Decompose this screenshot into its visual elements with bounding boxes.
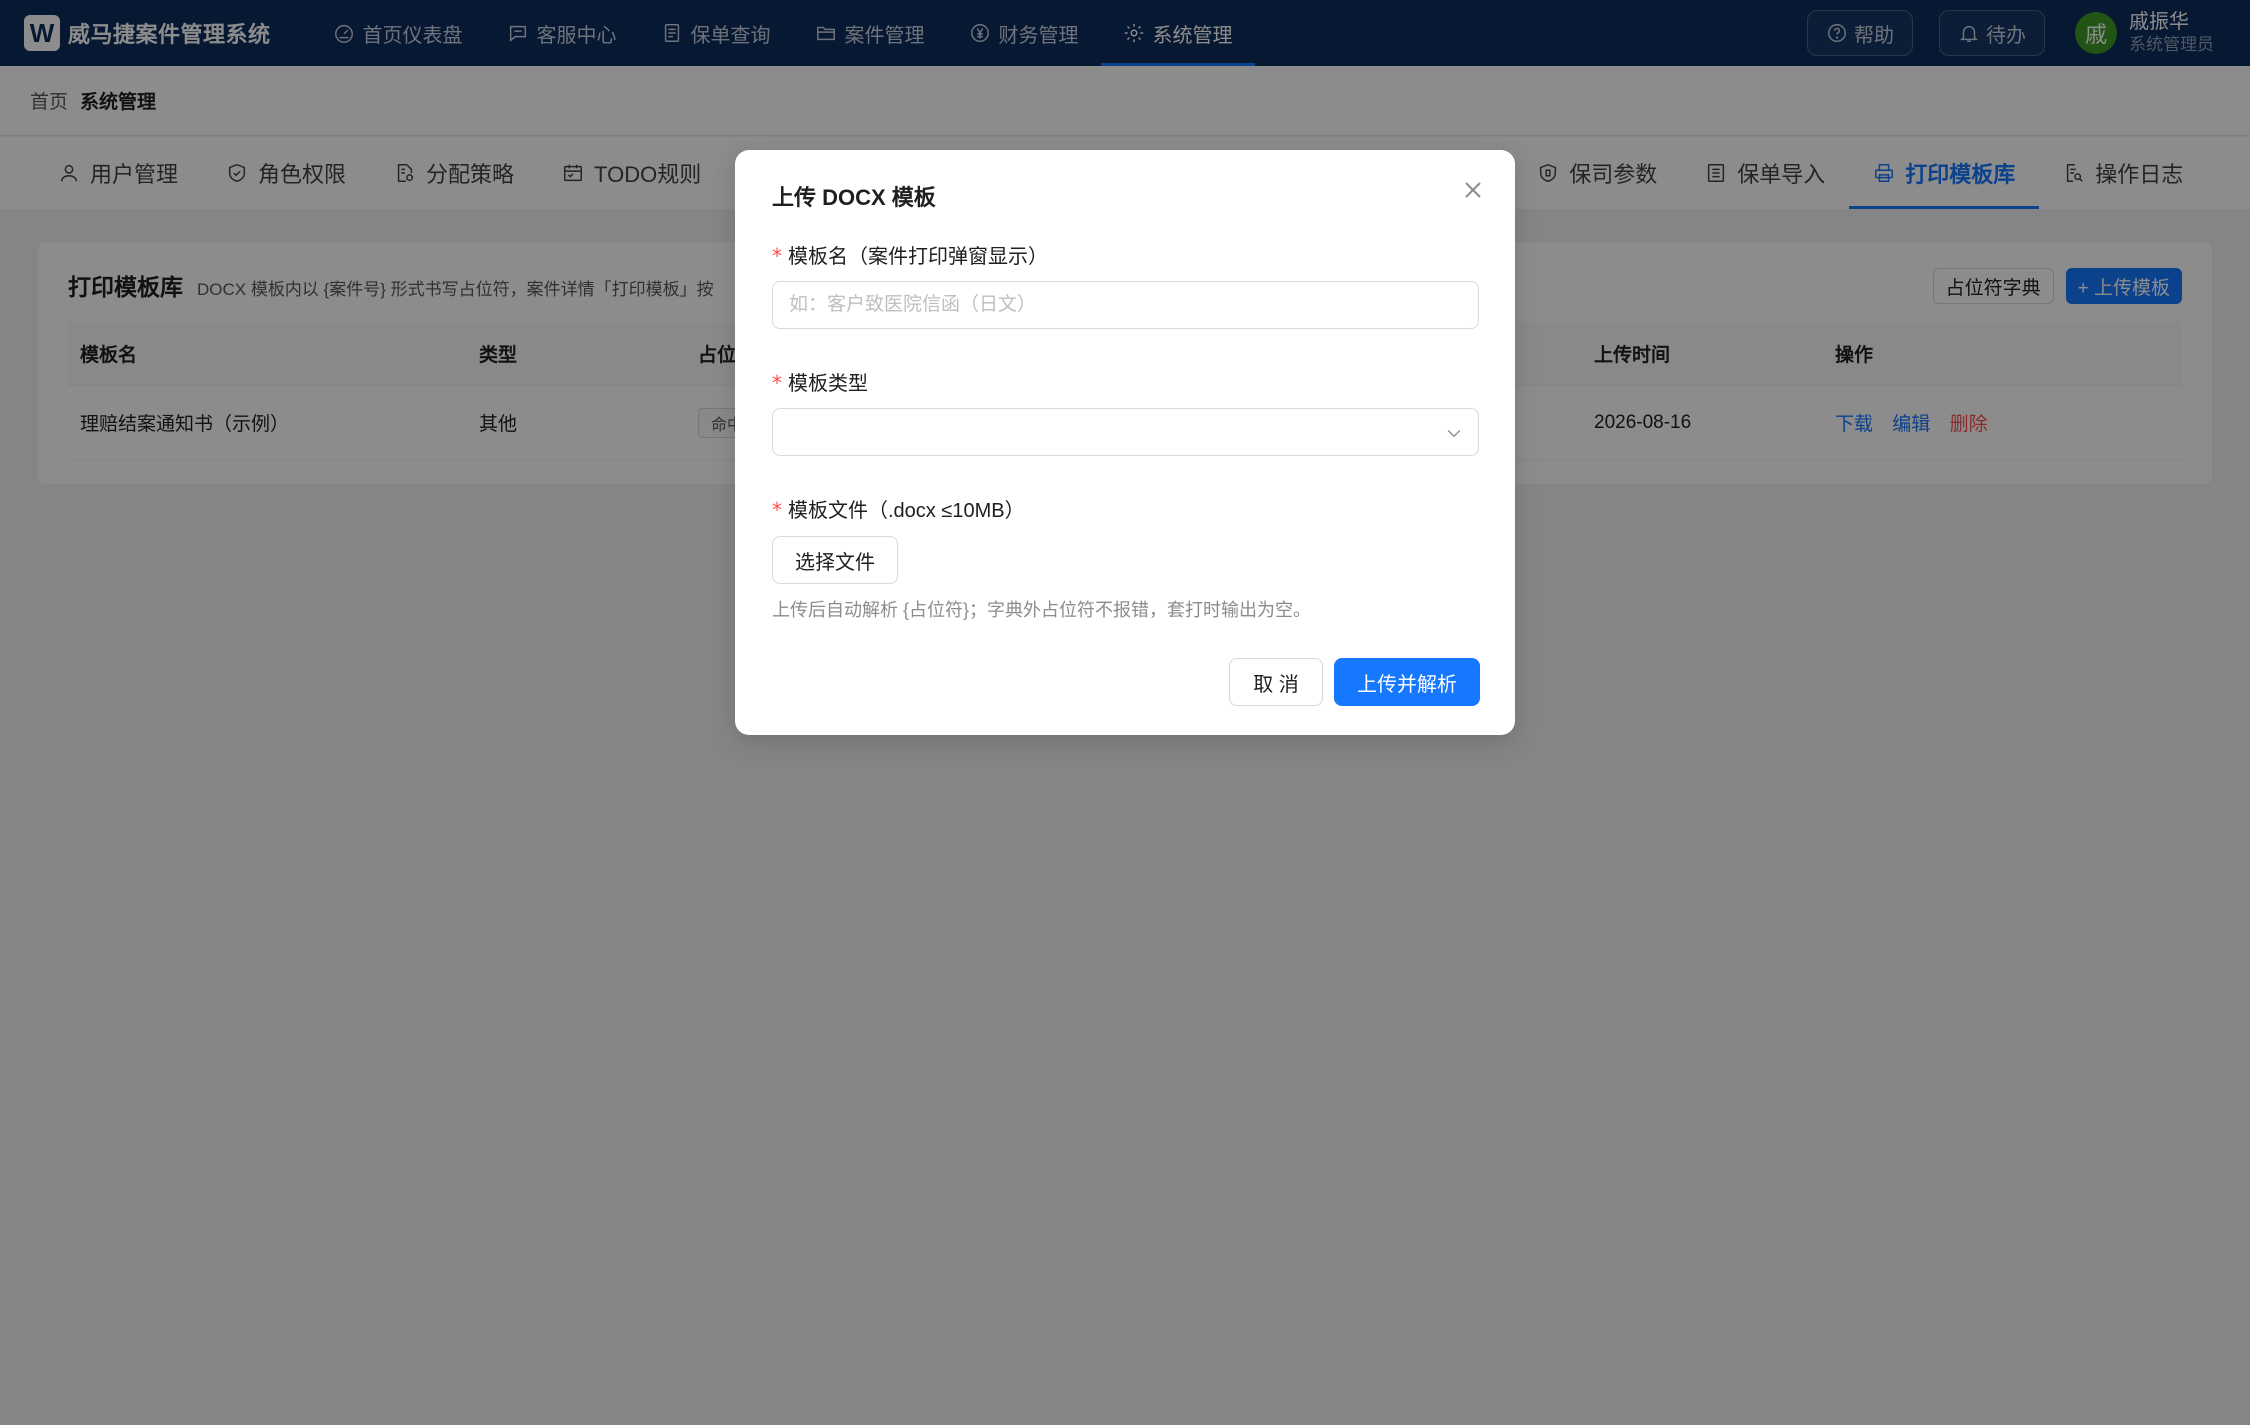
required-mark: * — [772, 371, 782, 395]
cancel-button[interactable]: 取 消 — [1229, 658, 1323, 706]
label-text: 模板类型 — [788, 373, 868, 395]
chevron-down-icon — [1444, 423, 1464, 443]
template-name-label: * 模板名（案件打印弹窗显示） — [772, 240, 1048, 269]
close-icon — [1465, 182, 1481, 198]
upload-parse-button[interactable]: 上传并解析 — [1334, 658, 1480, 706]
choose-file-button[interactable]: 选择文件 — [772, 536, 898, 584]
modal-title: 上传 DOCX 模板 — [772, 185, 936, 210]
template-type-label: * 模板类型 — [772, 367, 868, 396]
required-mark: * — [772, 244, 782, 268]
upload-hint: 上传后自动解析 {占位符}；字典外占位符不报错，套打时输出为空。 — [772, 600, 1312, 620]
upload-template-modal: 上传 DOCX 模板 * 模板名（案件打印弹窗显示） * 模板类型 * 模板文件（.d… — [735, 150, 1515, 735]
template-name-input[interactable] — [772, 281, 1479, 329]
modal-close-button[interactable] — [1461, 178, 1485, 202]
label-text: 模板文件（.docx ≤10MB） — [788, 500, 1025, 522]
label-text: 模板名（案件打印弹窗显示） — [788, 246, 1048, 268]
required-mark: * — [772, 498, 782, 522]
template-file-label: * 模板文件（.docx ≤10MB） — [772, 494, 1025, 523]
template-type-select[interactable] — [772, 408, 1479, 456]
